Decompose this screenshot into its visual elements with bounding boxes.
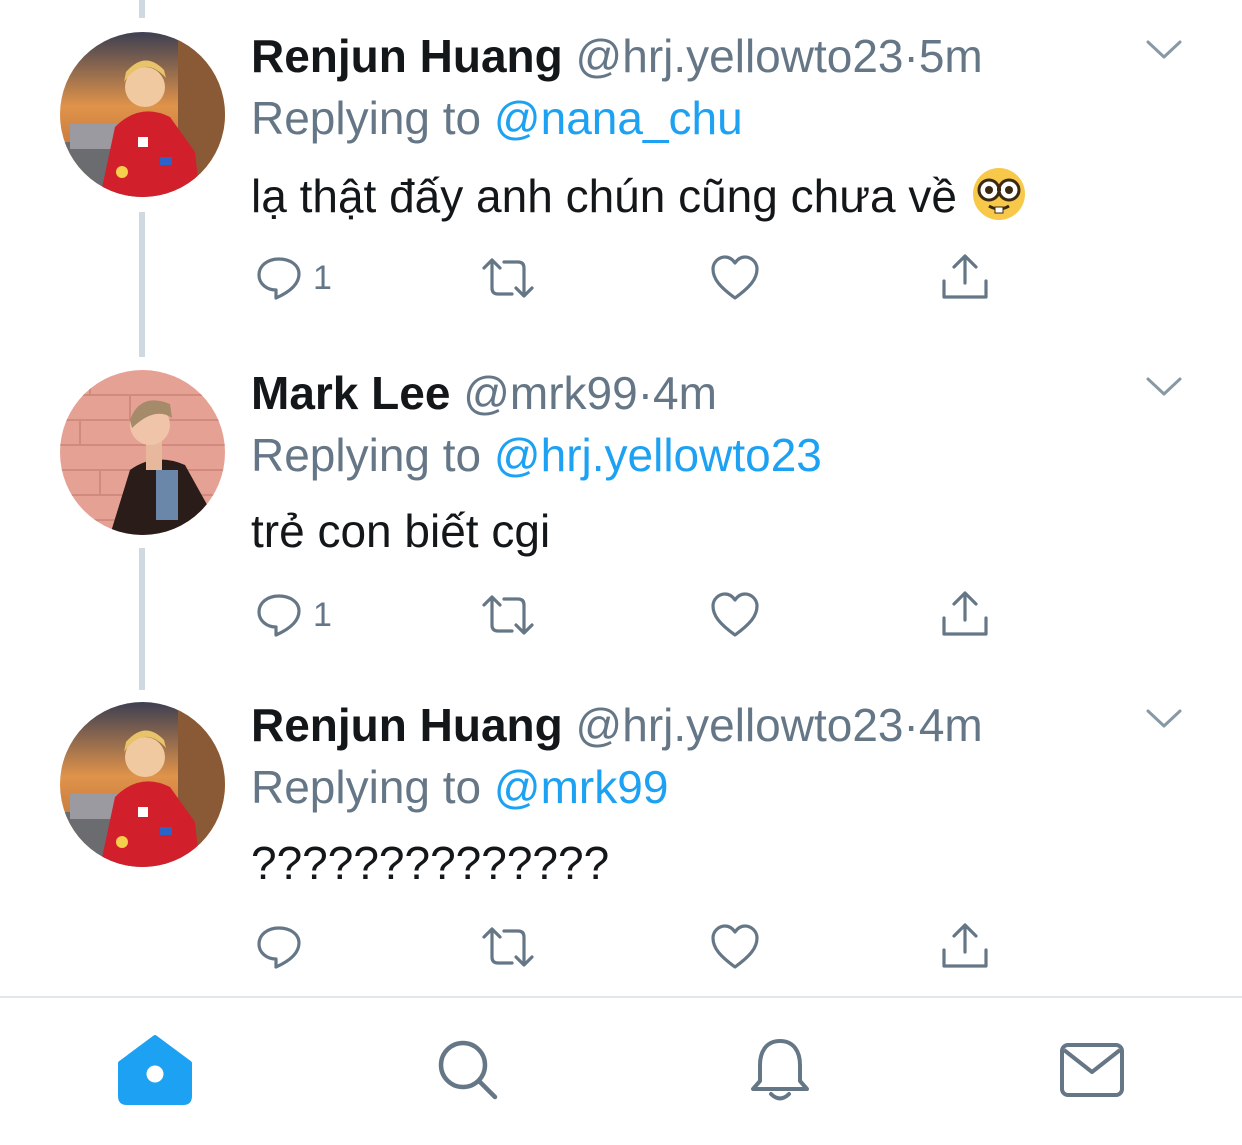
retweet-icon <box>482 595 534 635</box>
like-button[interactable] <box>710 250 760 306</box>
share-icon <box>942 923 988 968</box>
replying-to-label: Replying to <box>251 92 482 144</box>
like-button[interactable] <box>710 587 760 643</box>
reply-count: 1 <box>313 596 332 634</box>
author-handle[interactable]: @mrk99 <box>463 367 638 419</box>
retweet-icon <box>482 258 534 298</box>
avatar[interactable] <box>60 702 225 867</box>
reply-button[interactable] <box>255 919 313 975</box>
avatar-photo <box>60 702 225 867</box>
mention-link[interactable]: @nana_chu <box>494 92 743 144</box>
chevron-down-icon[interactable] <box>1145 707 1183 731</box>
like-icon <box>711 924 759 969</box>
tweet-actions: 1 <box>0 250 1242 310</box>
retweet-button[interactable] <box>480 250 536 306</box>
share-button[interactable] <box>940 250 990 306</box>
tweet-text-content: ?????????????? <box>251 837 610 889</box>
mention-link[interactable]: @hrj.yellowto23 <box>494 429 822 481</box>
tab-messages[interactable] <box>1052 1030 1132 1110</box>
replying-to-line: Replying to @nana_chu <box>251 90 743 146</box>
like-icon <box>711 255 759 300</box>
messages-icon <box>1060 1043 1124 1097</box>
reply-count: 1 <box>313 259 332 297</box>
dot-separator: · <box>637 367 654 419</box>
reply-button[interactable]: 1 <box>255 250 332 306</box>
avatar-photo <box>60 32 225 197</box>
bottom-tab-bar <box>0 998 1242 1145</box>
share-icon <box>942 591 988 636</box>
reply-icon <box>257 926 301 969</box>
dot-separator: · <box>903 699 919 751</box>
reply-icon <box>257 257 301 300</box>
avatar-photo <box>60 370 225 535</box>
like-button[interactable] <box>710 919 760 975</box>
like-icon <box>711 592 759 637</box>
author-name[interactable]: Renjun Huang <box>251 699 563 751</box>
retweet-button[interactable] <box>480 587 536 643</box>
replying-to-label: Replying to <box>251 429 482 481</box>
share-button[interactable] <box>940 919 990 975</box>
author-name[interactable]: Renjun Huang <box>251 30 563 82</box>
avatar[interactable] <box>60 32 225 197</box>
mention-link[interactable]: @mrk99 <box>494 761 669 813</box>
tweet[interactable]: Renjun Huang @hrj.yellowto23·5m Replying… <box>0 28 1242 328</box>
reply-button[interactable]: 1 <box>255 587 332 643</box>
share-button[interactable] <box>940 587 990 643</box>
home-icon <box>118 1035 192 1105</box>
tweet-header: Renjun Huang @hrj.yellowto23·4m <box>251 697 983 753</box>
timestamp[interactable]: 4m <box>919 699 983 751</box>
author-name[interactable]: Mark Lee <box>251 367 450 419</box>
chevron-down-icon[interactable] <box>1145 38 1183 62</box>
tweet[interactable]: Mark Lee @mrk99·4m Replying to @hrj.yell… <box>0 365 1242 665</box>
retweet-button[interactable] <box>480 919 536 975</box>
notifications-icon <box>751 1039 809 1101</box>
tweet-text: ?????????????? <box>251 835 609 891</box>
share-icon <box>942 254 988 299</box>
tab-search[interactable] <box>428 1030 508 1110</box>
author-handle[interactable]: @hrj.yellowto23 <box>576 699 904 751</box>
chevron-down-icon[interactable] <box>1145 375 1183 399</box>
replying-to-label: Replying to <box>251 761 482 813</box>
retweet-icon <box>482 927 534 967</box>
tab-home[interactable] <box>115 1030 195 1110</box>
tweet-header: Renjun Huang @hrj.yellowto23·5m <box>251 28 983 84</box>
tweet-text-content: lạ thật đấy anh chún cũng chưa về <box>251 170 957 222</box>
tweet-actions <box>0 919 1242 979</box>
dot-separator: · <box>903 30 919 82</box>
tweet-header: Mark Lee @mrk99·4m <box>251 365 717 421</box>
timestamp[interactable]: 4m <box>653 367 717 419</box>
thread-line-top <box>139 0 145 18</box>
replying-to-line: Replying to @mrk99 <box>251 759 668 815</box>
tab-notifications[interactable] <box>740 1030 820 1110</box>
author-handle[interactable]: @hrj.yellowto23 <box>576 30 904 82</box>
reply-icon <box>257 594 301 637</box>
tweet-text: trẻ con biết cgi <box>251 503 550 559</box>
tweet-actions: 1 <box>0 587 1242 647</box>
tweet[interactable]: Renjun Huang @hrj.yellowto23·4m Replying… <box>0 697 1242 997</box>
tweet-text-content: trẻ con biết cgi <box>251 505 551 557</box>
timestamp[interactable]: 5m <box>919 30 983 82</box>
avatar[interactable] <box>60 370 225 535</box>
search-icon <box>438 1040 498 1100</box>
replying-to-line: Replying to @hrj.yellowto23 <box>251 427 822 483</box>
tweet-text: lạ thật đấy anh chún cũng chưa về <box>251 166 1027 224</box>
nerd-face-emoji-icon <box>972 168 1025 220</box>
